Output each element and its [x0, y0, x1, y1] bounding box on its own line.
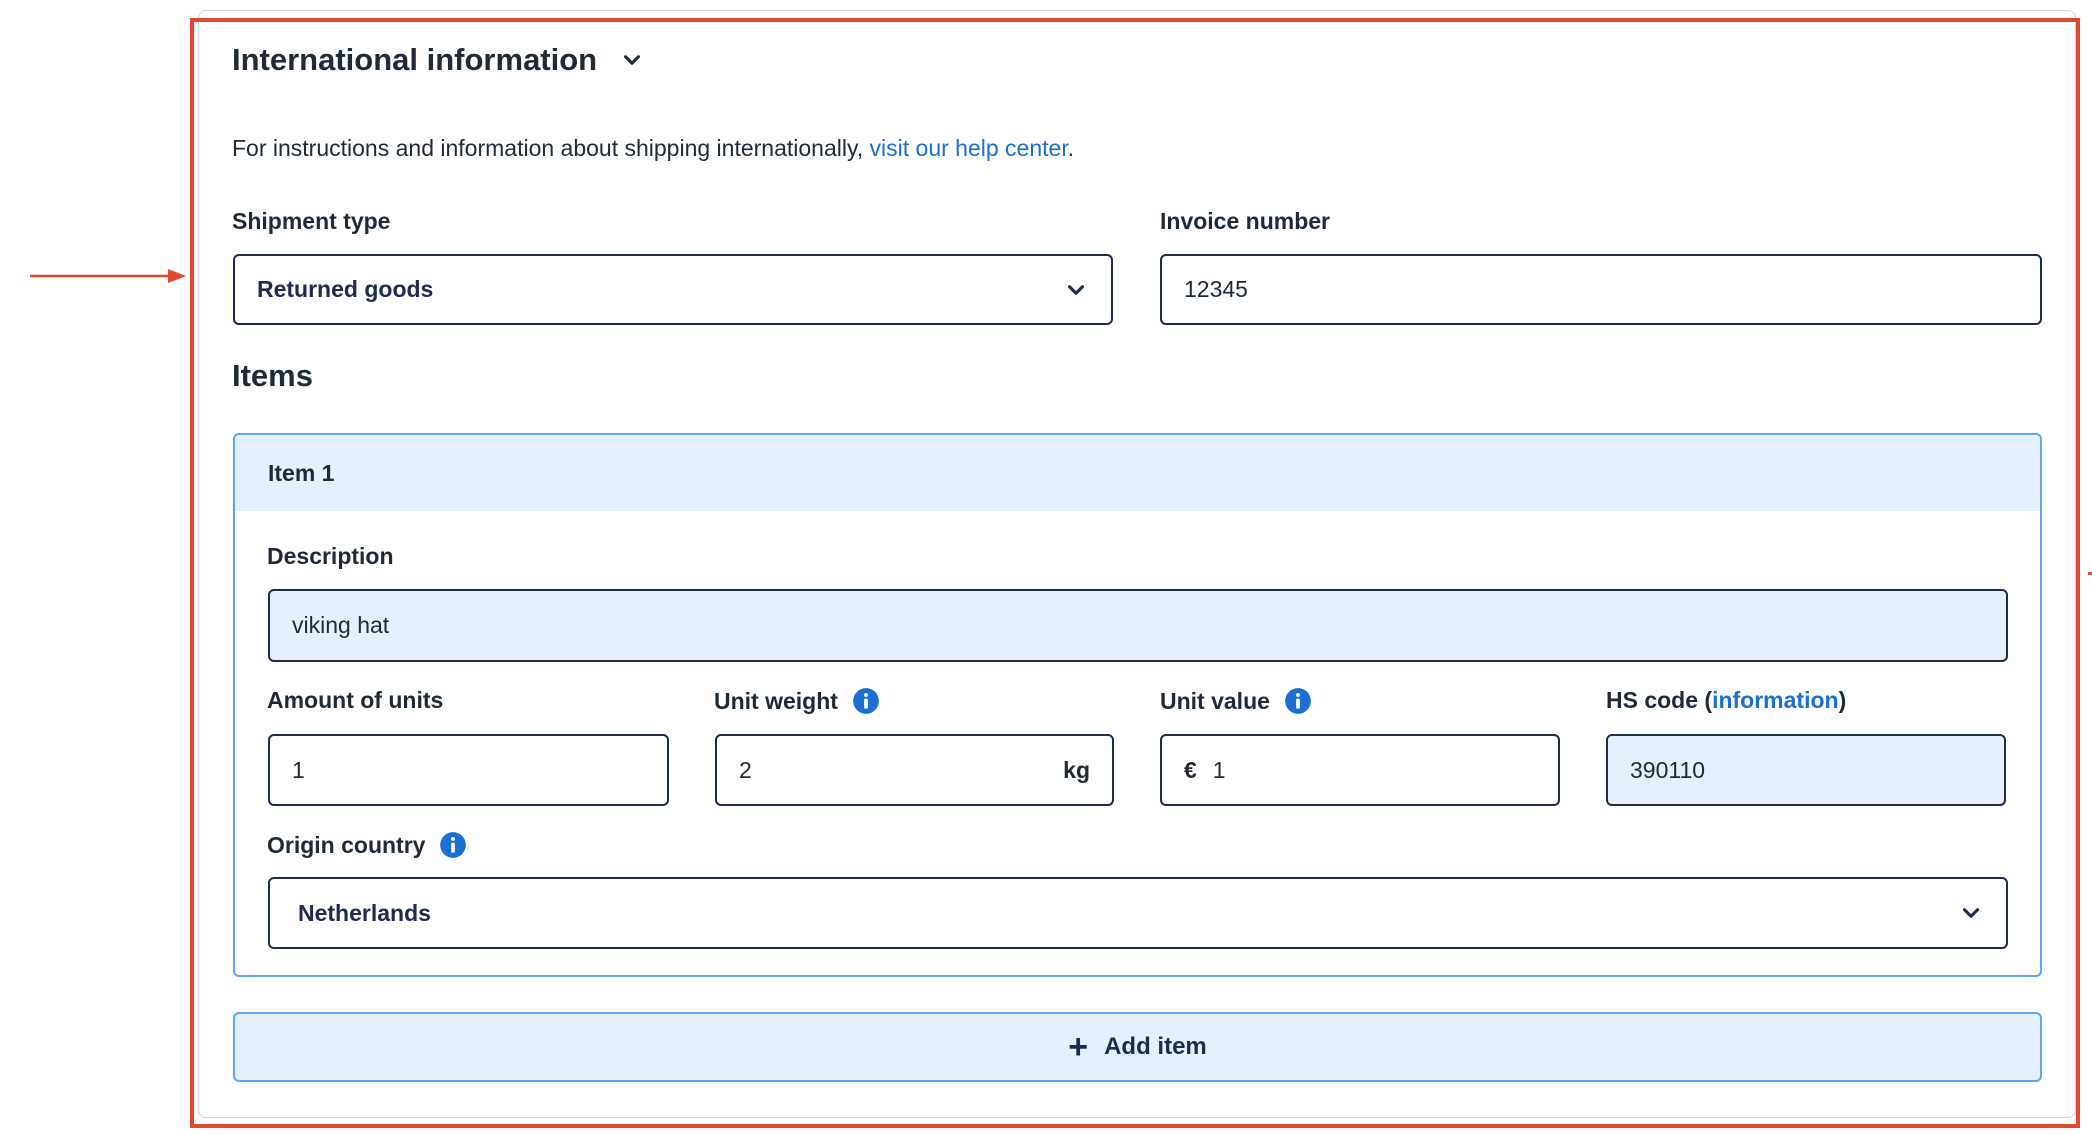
description-label-text: Description [267, 543, 394, 569]
plus-icon: + [1068, 1028, 1089, 1066]
invoice-number-input[interactable]: 12345 [1160, 254, 2042, 325]
hs-code-input[interactable]: 390110 [1606, 734, 2006, 806]
item-title: Item 1 [268, 459, 335, 486]
info-icon[interactable] [852, 687, 880, 715]
help-text: For instructions and information about s… [232, 135, 1074, 162]
chevron-down-icon[interactable] [619, 47, 645, 73]
unit-value-value: 1 [1212, 756, 1226, 783]
amount-label-text: Amount of units [267, 687, 444, 713]
origin-country-value: Netherlands [298, 899, 431, 926]
chevron-down-icon [1067, 284, 1085, 295]
add-item-button[interactable]: + Add item [233, 1012, 2042, 1082]
shipment-type-value: Returned goods [257, 276, 434, 302]
description-input[interactable]: viking hat [268, 589, 2008, 662]
unit-value-label: Unit value [1160, 687, 1312, 715]
chevron-down-icon [1962, 908, 1980, 918]
unit-weight-value: 2 [739, 756, 752, 783]
currency-symbol: € [1184, 756, 1197, 783]
unit-weight-label: Unit weight [714, 687, 880, 715]
origin-country-select[interactable]: Netherlands [268, 877, 2008, 949]
invoice-number-label: Invoice number [1160, 208, 1330, 235]
shipment-type-label: Shipment type [232, 208, 390, 235]
description-label: Description [267, 543, 394, 570]
info-icon[interactable] [439, 831, 467, 859]
help-text-body: For instructions and information about s… [232, 135, 870, 161]
unit-weight-label-text: Unit weight [714, 687, 838, 714]
help-center-link[interactable]: visit our help center [870, 135, 1068, 161]
amount-of-units-input[interactable]: 1 [268, 734, 669, 806]
item-card-header: Item 1 [235, 435, 2040, 511]
origin-country-label-text: Origin country [267, 831, 426, 858]
info-icon[interactable] [1284, 687, 1312, 715]
shipment-type-select[interactable]: Returned goods [233, 254, 1113, 325]
add-item-label: Add item [1104, 1033, 1207, 1060]
invoice-number-value: 12345 [1184, 276, 1248, 302]
unit-weight-unit: kg [1063, 756, 1090, 783]
unit-value-label-text: Unit value [1160, 687, 1270, 714]
amount-value: 1 [292, 756, 305, 783]
annotation-arrow [30, 269, 186, 283]
hs-code-label: HS code (information) [1606, 687, 1846, 714]
help-text-end: . [1067, 135, 1075, 161]
items-title: Items [232, 358, 313, 393]
hs-code-information-link[interactable]: information [1712, 687, 1839, 714]
unit-weight-input[interactable]: 2 kg [715, 734, 1114, 806]
unit-value-input[interactable]: € 1 [1160, 734, 1560, 806]
description-value: viking hat [292, 612, 390, 638]
amount-of-units-label: Amount of units [267, 687, 443, 714]
invoice-number-label-text: Invoice number [1160, 208, 1330, 234]
hs-code-label-text: HS code ( [1606, 687, 1713, 713]
hs-code-label-end: ) [1838, 687, 1847, 713]
section-header[interactable]: International information [232, 42, 645, 78]
origin-country-label: Origin country [267, 831, 467, 859]
section-title: International information [232, 42, 598, 77]
annotation-mark [2088, 572, 2092, 575]
shipment-type-label-text: Shipment type [232, 208, 391, 234]
hs-code-value: 390110 [1630, 756, 1706, 783]
